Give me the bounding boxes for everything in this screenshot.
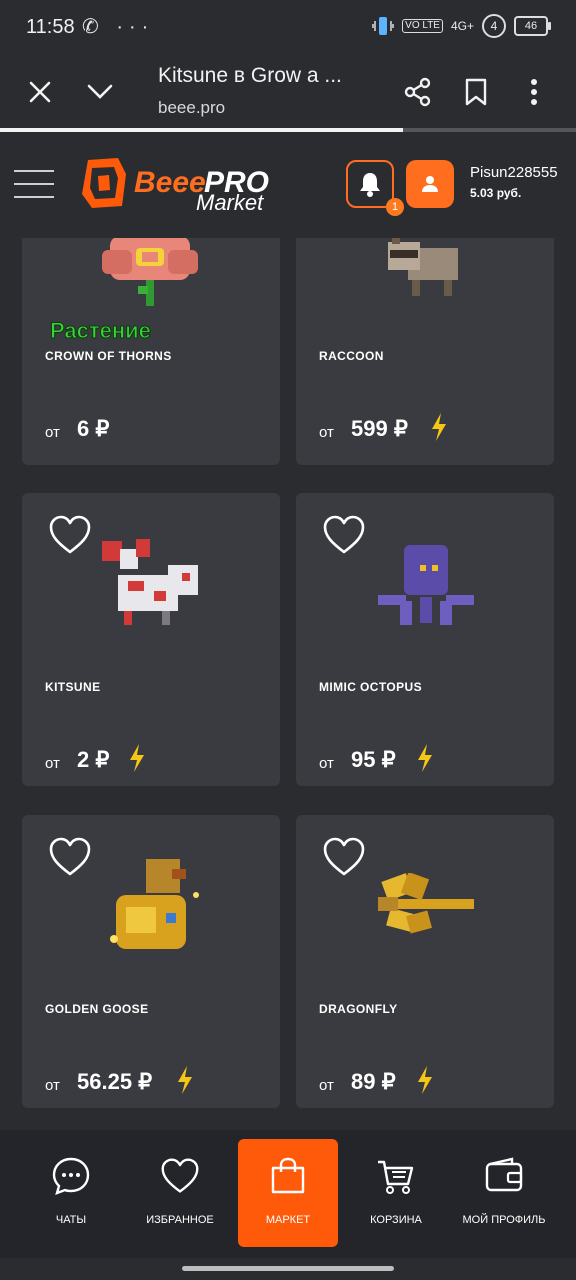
share-icon[interactable] — [398, 72, 438, 112]
cart-icon — [378, 1160, 414, 1194]
product-card-raccoon[interactable]: RACCOON от 599 ₽ — [296, 238, 554, 465]
browser-toolbar: Kitsune в Grow a ... beee.pro — [0, 56, 576, 132]
notification-count-badge: 1 — [386, 198, 404, 216]
favorite-heart-icon[interactable] — [322, 515, 366, 555]
page-title: Kitsune в Grow a ... — [158, 64, 342, 87]
price-prefix: от — [45, 1077, 60, 1094]
price-prefix: от — [319, 755, 334, 772]
price-prefix: от — [45, 755, 60, 772]
price-prefix: от — [319, 424, 334, 441]
chevron-down-icon[interactable] — [80, 72, 120, 112]
logo-text-beee[interactable]: Beee — [134, 166, 206, 200]
more-menu-icon[interactable] — [514, 72, 554, 112]
product-card-golden-goose[interactable]: GOLDEN GOOSE от 56.25 ₽ — [22, 815, 280, 1108]
product-price: 6 ₽ — [77, 416, 110, 441]
crown-of-thorns-image — [102, 238, 198, 306]
product-price: 95 ₽ — [351, 747, 396, 772]
nav-label: ЧАТЫ — [55, 1214, 87, 1226]
nav-label: ИЗБРАННОЕ — [146, 1214, 214, 1226]
product-grid: Растение CROWN OF THORNS от 6 ₽ RACCOON … — [0, 238, 576, 1130]
plant-tag: Растение — [50, 318, 152, 344]
close-icon[interactable] — [20, 72, 60, 112]
product-name: DRAGONFLY — [319, 1002, 398, 1016]
beee-logo-icon[interactable] — [78, 154, 130, 212]
nav-cart[interactable]: КОРЗИНА — [346, 1130, 446, 1258]
product-card-dragonfly[interactable]: DRAGONFLY от 89 ₽ — [296, 815, 554, 1108]
product-name: CROWN OF THORNS — [45, 349, 172, 363]
balance: 5.03 руб. — [470, 186, 522, 200]
product-card-kitsune[interactable]: KITSUNE от 2 ₽ — [22, 493, 280, 786]
product-card-mimic-octopus[interactable]: MIMIC OCTOPUS от 95 ₽ — [296, 493, 554, 786]
product-price: 2 ₽ — [77, 747, 110, 772]
nav-chats[interactable]: ЧАТЫ — [21, 1130, 121, 1258]
username[interactable]: Pisun228555 — [470, 164, 558, 181]
price-prefix: от — [319, 1077, 334, 1094]
status-right-icons: VO LTE 4G+ 4 46 — [372, 14, 551, 38]
status-notification-icons: ✆ ··· — [82, 16, 155, 38]
volte-icon: VO LTE — [402, 19, 443, 33]
status-time: 11:58 — [26, 16, 75, 38]
lightning-icon — [178, 1066, 192, 1094]
page-url[interactable]: beee.pro — [158, 98, 225, 118]
product-price: 599 ₽ — [351, 416, 408, 441]
shopping-bag-icon — [271, 1157, 305, 1194]
chat-icon — [52, 1157, 90, 1195]
product-name: RACCOON — [319, 349, 384, 363]
bookmark-icon[interactable] — [456, 72, 496, 112]
dragonfly-image — [378, 873, 474, 934]
nav-favorites[interactable]: ИЗБРАННОЕ — [130, 1130, 230, 1258]
favorite-heart-icon[interactable] — [322, 837, 366, 877]
bottom-navigation: ЧАТЫ ИЗБРАННОЕ МАРКЕТ КОРЗИНА МОЙ ПРОФИЛ… — [0, 1130, 576, 1258]
mimic-octopus-image — [378, 545, 474, 625]
nav-label: МАРКЕТ — [265, 1214, 311, 1226]
hamburger-menu-icon[interactable] — [14, 170, 56, 200]
user-icon — [422, 176, 438, 192]
lightning-icon — [418, 744, 432, 772]
lightning-icon — [130, 744, 144, 772]
battery-icon: 46 — [514, 16, 551, 36]
golden-goose-image — [110, 859, 199, 949]
raccoon-image — [388, 238, 458, 296]
status-bar: 11:58 ✆ ··· VO LTE 4G+ 4 46 — [0, 0, 576, 56]
bell-icon — [360, 173, 380, 197]
vibrate-icon — [372, 17, 394, 35]
product-card-crown-of-thorns[interactable]: Растение CROWN OF THORNS от 6 ₽ — [22, 238, 280, 465]
wallet-icon — [485, 1157, 523, 1192]
logo-text-market[interactable]: Market — [196, 190, 263, 216]
sim-icon: 4 — [482, 14, 506, 38]
favorite-heart-icon[interactable] — [48, 515, 92, 555]
favorite-heart-icon[interactable] — [48, 837, 92, 877]
product-price: 56.25 ₽ — [77, 1069, 153, 1094]
product-name: KITSUNE — [45, 680, 101, 694]
network-type: 4G+ — [450, 19, 474, 33]
nav-label: КОРЗИНА — [370, 1214, 422, 1226]
nav-label: МОЙ ПРОФИЛЬ — [462, 1214, 546, 1226]
nav-profile[interactable]: МОЙ ПРОФИЛЬ — [454, 1130, 554, 1258]
system-home-indicator[interactable] — [0, 1258, 576, 1280]
nav-market[interactable]: МАРКЕТ — [238, 1130, 338, 1258]
lightning-icon — [418, 1066, 432, 1094]
product-name: GOLDEN GOOSE — [45, 1002, 149, 1016]
product-price: 89 ₽ — [351, 1069, 396, 1094]
product-name: MIMIC OCTOPUS — [319, 680, 422, 694]
lightning-icon — [432, 413, 446, 441]
site-header: Beee PRO Market 1 Pisun228555 5.03 руб. — [0, 132, 576, 238]
price-prefix: от — [45, 424, 60, 441]
profile-avatar-button[interactable] — [406, 160, 454, 208]
heart-icon — [161, 1158, 199, 1193]
kitsune-image — [102, 539, 198, 625]
